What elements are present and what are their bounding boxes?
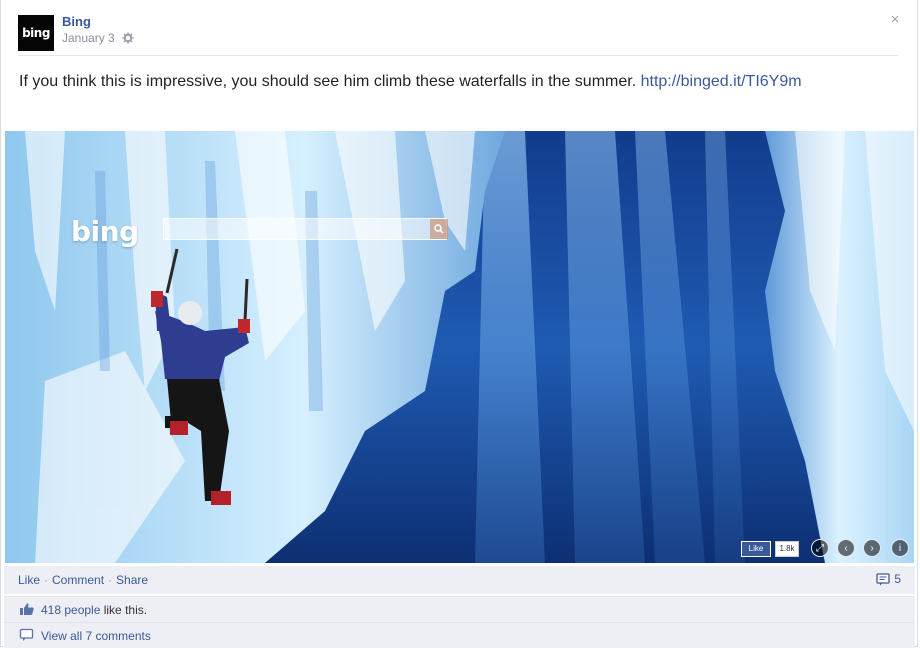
view-all-comments-link[interactable]: View all 7 comments: [41, 629, 151, 643]
expand-icon[interactable]: ⤢: [811, 539, 829, 557]
info-icon[interactable]: i: [891, 539, 909, 557]
action-links: Like · Comment · Share: [18, 573, 148, 587]
view-comments-row: View all 7 comments: [4, 622, 915, 648]
action-separator: ·: [44, 573, 49, 587]
likes-suffix: like this.: [100, 603, 148, 617]
comment-count-link[interactable]: 5: [876, 572, 901, 586]
likes-people-link[interactable]: 418 people: [41, 603, 100, 617]
page-avatar[interactable]: bing: [18, 15, 54, 51]
header-divider: [18, 55, 898, 56]
post-message-link[interactable]: http://binged.it/TI6Y9m: [641, 73, 802, 90]
likes-row: 418 people like this.: [4, 596, 915, 622]
comment-bubble-icon: [876, 572, 890, 585]
post-message-text: If you think this is impressive, you sho…: [19, 73, 641, 90]
thumbs-up-icon: [20, 603, 34, 615]
fb-like-count-badge: 1.8k: [775, 541, 799, 557]
post-message: If you think this is impressive, you sho…: [19, 71, 879, 93]
view-all-comments: View all 7 comments: [41, 629, 151, 643]
next-icon[interactable]: ›: [863, 539, 881, 557]
prev-icon[interactable]: ‹: [837, 539, 855, 557]
news-feed-story: bing Bing January 3 × If you think this …: [0, 0, 918, 648]
fb-like-badge: Like: [741, 541, 771, 557]
post-photo[interactable]: bing Like 1.8k ⤢ ‹ › i: [5, 131, 914, 563]
bing-search-box: [163, 218, 447, 240]
story-header: bing Bing January 3: [18, 12, 898, 52]
comment-count: 5: [894, 572, 901, 586]
ice-climber-photo: [5, 131, 914, 563]
post-timestamp[interactable]: January 3: [62, 31, 115, 45]
story-actions-bar: Like · Comment · Share 5: [4, 566, 915, 594]
comment-icon: [19, 628, 34, 641]
search-icon: [430, 219, 448, 239]
likes-summary: 418 people like this.: [41, 603, 147, 617]
comment-link[interactable]: Comment: [52, 573, 104, 587]
like-link[interactable]: Like: [18, 573, 40, 587]
close-icon[interactable]: ×: [888, 12, 902, 28]
avatar-logo-text: bing: [22, 26, 50, 40]
share-link[interactable]: Share: [116, 573, 148, 587]
page-name-link[interactable]: Bing: [62, 14, 91, 29]
action-separator: ·: [108, 573, 113, 587]
bing-logo: bing: [71, 215, 139, 248]
privacy-gear-icon[interactable]: [122, 32, 134, 44]
